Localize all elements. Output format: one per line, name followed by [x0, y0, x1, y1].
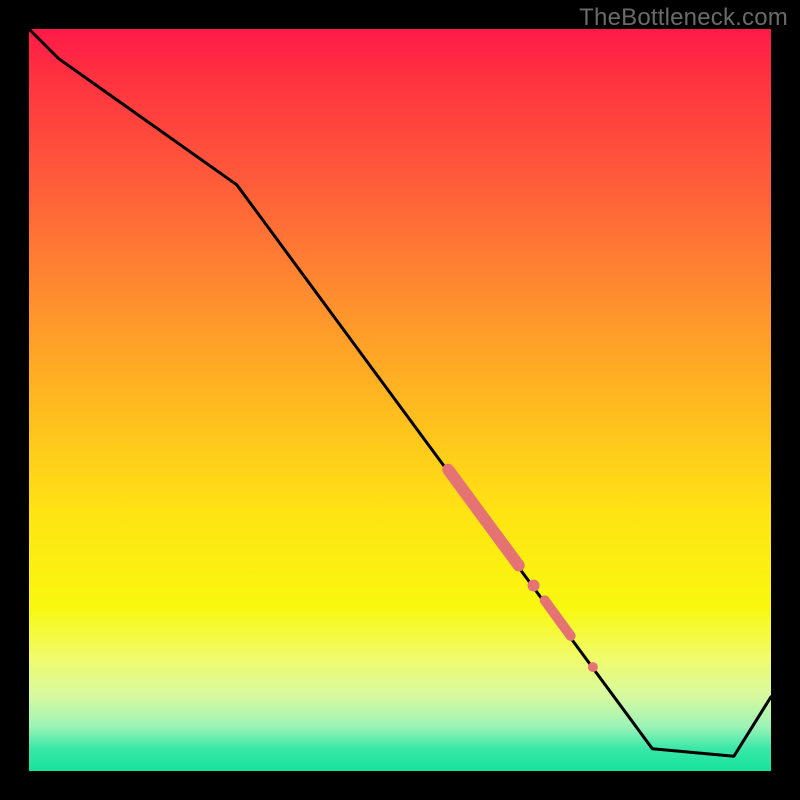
highlight-segment [545, 600, 571, 636]
bottleneck-curve [29, 29, 771, 756]
highlight-dot [528, 580, 540, 592]
chart-plot-area [29, 29, 771, 771]
highlight-dot [588, 662, 598, 672]
highlight-segment [448, 470, 518, 566]
chart-frame: TheBottleneck.com [0, 0, 800, 800]
chart-svg [29, 29, 771, 771]
watermark-text: TheBottleneck.com [579, 4, 788, 32]
